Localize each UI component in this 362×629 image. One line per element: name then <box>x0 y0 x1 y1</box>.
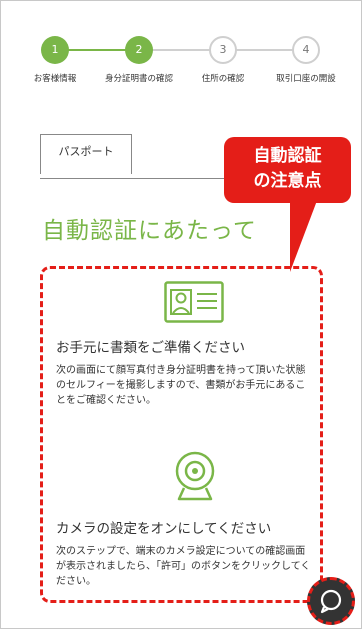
callout-annotation: 自動認証 の注意点 <box>224 137 351 203</box>
id-card-icon <box>164 281 224 323</box>
step-3-label: 住所の確認 <box>201 74 245 84</box>
step-connector-1-2 <box>68 49 126 51</box>
step-2-circle: 2 <box>125 36 153 64</box>
chat-button[interactable] <box>307 577 355 625</box>
callout-line-1: 自動認証 <box>253 146 322 166</box>
item-2-title: カメラの設定をオンにしてください <box>56 521 272 537</box>
step-3-circle: 3 <box>209 36 237 64</box>
step-4-circle: 4 <box>292 36 320 64</box>
tab-passport[interactable]: パスポート <box>40 134 132 174</box>
chat-bubble-icon <box>320 589 342 614</box>
step-connector-3-4 <box>236 49 294 51</box>
step-1-label: お客様情報 <box>33 74 77 84</box>
webcam-icon <box>175 451 215 501</box>
item-1-description: 次の画面にて顔写真付き身分証明書を持って頂いた状態のセルフィーを撮影しますので、… <box>56 365 306 406</box>
callout-line-2: の注意点 <box>253 171 322 191</box>
step-1-circle: 1 <box>41 36 69 64</box>
step-connector-2-3 <box>152 49 210 51</box>
item-2-description: 次のステップで、端末のカメラ設定についての確認画面が表示されましたら、「許可」の… <box>56 546 311 587</box>
step-2-label: 身分証明書の確認 <box>104 74 174 84</box>
page-heading: 自動認証にあたって <box>42 218 257 244</box>
item-1-title: お手元に書類をご準備ください <box>56 340 245 356</box>
step-4-label: 取引口座の開設 <box>276 74 336 84</box>
progress-stepper: 1 2 3 4 お客様情報 身分証明書の確認 住所の確認 取引口座の開設 <box>0 36 362 86</box>
